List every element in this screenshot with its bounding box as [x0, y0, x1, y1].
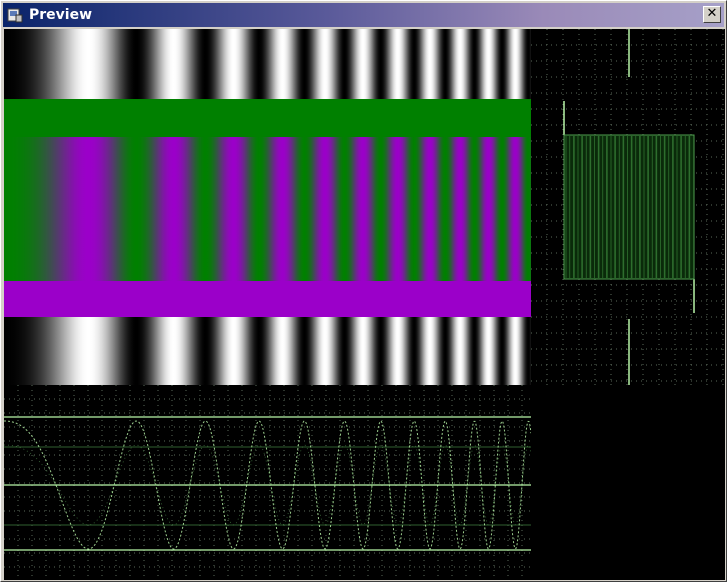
video-preview-image: [4, 29, 531, 385]
waveform-monitor-panel: [4, 385, 531, 580]
vectorscope-graph: [531, 29, 725, 385]
magenta-color-bar: [4, 281, 531, 317]
preview-content: [4, 29, 725, 580]
window-title: Preview: [29, 7, 93, 23]
gray-frequency-sweep-top: [4, 29, 531, 99]
chroma-frequency-sweep: [4, 137, 531, 281]
waveform-grid: [4, 385, 531, 580]
close-icon: ✕: [706, 6, 718, 21]
empty-panel: [531, 385, 725, 580]
green-color-bar: [4, 99, 531, 137]
waveform-graph: [4, 385, 531, 580]
gray-frequency-sweep-bottom: [4, 317, 531, 385]
close-button[interactable]: ✕: [703, 6, 721, 23]
preview-app-icon: [7, 8, 23, 23]
vectorscope-panel: [531, 29, 725, 385]
vectorscope-chroma-block: [563, 134, 695, 280]
preview-window: Preview ✕: [0, 0, 727, 582]
title-bar[interactable]: Preview ✕: [3, 3, 724, 27]
